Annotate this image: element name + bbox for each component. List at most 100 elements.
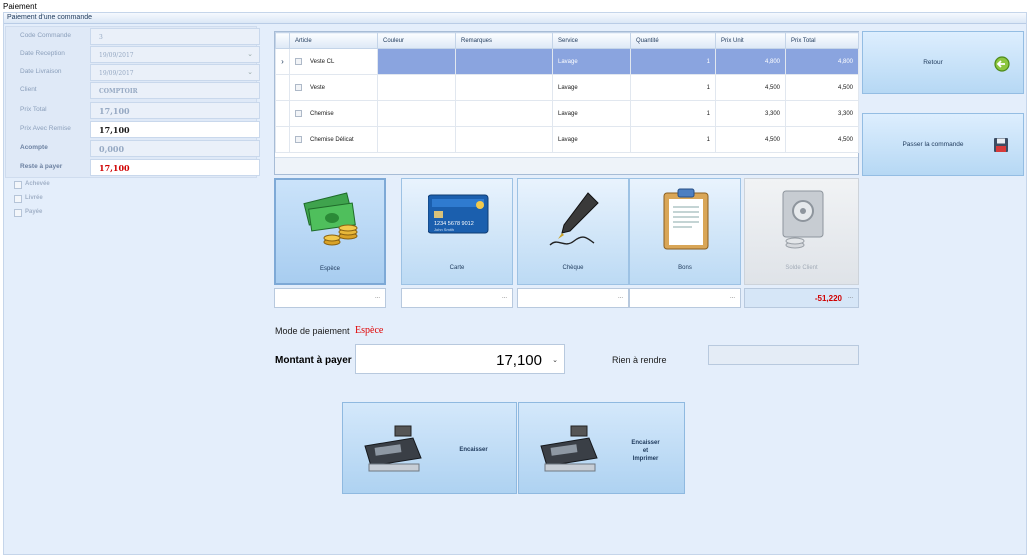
cell-remarques[interactable] [455, 100, 553, 127]
save-disk-icon [994, 138, 1008, 152]
date-reception-field[interactable]: 19/09/2017 ⌄ [90, 46, 260, 63]
mode-paiement-label: Mode de paiement [275, 326, 350, 336]
table-row[interactable]: Veste Lavage 1 4,500 4,500 [275, 74, 859, 101]
retour-button[interactable]: Retour [862, 31, 1024, 94]
montant-input[interactable]: 17,100 ⌄ [355, 344, 565, 374]
client-field[interactable]: COMPTOIR [90, 82, 260, 99]
col-couleur[interactable]: Couleur [377, 32, 456, 49]
espece-amount-input[interactable]: ... [274, 288, 386, 308]
cell-remarques[interactable] [455, 48, 553, 75]
cell-quantite[interactable]: 1 [630, 74, 716, 101]
cell-article[interactable]: Chemise Délicat [289, 126, 378, 153]
article-text: Chemise [310, 111, 334, 118]
cell-article[interactable]: Veste [289, 74, 378, 101]
solde-client-button[interactable]: Solde Client [744, 178, 859, 285]
label-line-3: Imprimer [632, 456, 659, 462]
label-line-2: et [642, 448, 649, 454]
cell-quantite[interactable]: 1 [630, 100, 716, 127]
livree-checkbox[interactable] [14, 195, 22, 203]
chevron-down-icon[interactable]: ⌄ [552, 356, 558, 364]
cell-prix-total[interactable]: 3,300 [785, 100, 859, 127]
reste-field[interactable]: 17,100 [90, 159, 260, 176]
cell-service[interactable]: Lavage [552, 100, 631, 127]
encaisser-button[interactable]: Encaisser [342, 402, 517, 494]
prix-remise-field[interactable]: 17,100 [90, 121, 260, 138]
solde-client-value: -51,220 [814, 294, 842, 303]
cell-prix-unit[interactable]: 4,500 [715, 74, 786, 101]
prix-total-field[interactable]: 17,100 [90, 102, 260, 119]
row-checkbox[interactable] [295, 57, 302, 65]
payee-checkbox[interactable] [14, 209, 22, 217]
col-prix-unit[interactable]: Prix Unit [715, 32, 786, 49]
encaisser-imprimer-button[interactable]: Encaisser et Imprimer [518, 402, 685, 494]
ellipsis-icon[interactable]: ... [730, 294, 735, 300]
cell-article[interactable]: Chemise [289, 100, 378, 127]
ellipsis-icon[interactable]: ... [618, 294, 623, 300]
cell-couleur[interactable] [377, 74, 456, 101]
ellipsis-icon[interactable]: ... [375, 294, 380, 300]
cheque-label: Chèque [562, 265, 584, 271]
col-service[interactable]: Service [552, 32, 631, 49]
row-checkbox[interactable] [295, 83, 302, 91]
acompte-field[interactable]: 0,000 [90, 140, 260, 157]
cell-prix-total[interactable]: 4,500 [785, 74, 859, 101]
cell-service[interactable]: Lavage [552, 48, 631, 75]
cell-service[interactable]: Lavage [552, 126, 631, 153]
cash-register-icon [364, 425, 422, 472]
prix-remise-label: Prix Avec Remise [20, 125, 71, 132]
code-commande-field[interactable]: 3 [90, 28, 260, 45]
cell-quantite[interactable]: 1 [630, 48, 716, 75]
cell-quantite[interactable]: 1 [630, 126, 716, 153]
col-article[interactable]: Article [289, 32, 378, 49]
row-checkbox[interactable] [295, 135, 302, 143]
grid-footer [275, 157, 858, 174]
carte-button[interactable]: 1234 5678 9012 John Smith Carte [401, 178, 513, 285]
achevee-checkbox[interactable] [14, 181, 22, 189]
row-indicator: › [275, 48, 290, 75]
card-name-text: John Smith [434, 227, 454, 232]
cell-prix-unit[interactable]: 4,500 [715, 126, 786, 153]
ellipsis-icon[interactable]: ... [502, 294, 507, 300]
cell-prix-total[interactable]: 4,500 [785, 126, 859, 153]
espece-button[interactable]: Espèce [274, 178, 386, 285]
client-label: Client [20, 86, 37, 93]
bons-amount-input[interactable]: ... [629, 288, 741, 308]
cell-remarques[interactable] [455, 74, 553, 101]
encaisser-label: Encaisser [459, 447, 488, 453]
cell-article[interactable]: Veste CL [289, 48, 378, 75]
table-row[interactable]: › Veste CL Lavage 1 4,800 4,800 [275, 48, 859, 75]
client-row: Client COMPTOIR [6, 81, 260, 99]
chevron-down-icon[interactable]: ⌄ [247, 68, 253, 76]
prix-remise-row: Prix Avec Remise 17,100 [6, 120, 260, 138]
cell-couleur[interactable] [377, 100, 456, 127]
achevee-label: Achevée [25, 181, 50, 187]
table-row[interactable]: Chemise Lavage 1 3,300 3,300 [275, 100, 859, 127]
solde-client-amount[interactable]: -51,220... [744, 288, 859, 308]
cell-prix-total[interactable]: 4,800 [785, 48, 859, 75]
articles-grid: Article Couleur Remarques Service Quanti… [274, 31, 859, 175]
cheque-amount-input[interactable]: ... [517, 288, 629, 308]
cell-couleur[interactable] [377, 48, 456, 75]
reste-row: Reste à payer 17,100 [6, 158, 260, 176]
passer-commande-button[interactable]: Passer la commande [862, 113, 1024, 176]
row-checkbox[interactable] [295, 109, 302, 117]
ellipsis-icon[interactable]: ... [848, 294, 853, 300]
col-remarques[interactable]: Remarques [455, 32, 553, 49]
rendre-field[interactable] [708, 345, 859, 365]
retour-label: Retour [923, 59, 943, 66]
cell-prix-unit[interactable]: 4,800 [715, 48, 786, 75]
chevron-down-icon[interactable]: ⌄ [247, 50, 253, 58]
cell-service[interactable]: Lavage [552, 74, 631, 101]
carte-amount-input[interactable]: ... [401, 288, 513, 308]
bons-button[interactable]: Bons [629, 178, 741, 285]
table-row[interactable]: Chemise Délicat Lavage 1 4,500 4,500 [275, 126, 859, 153]
cell-couleur[interactable] [377, 126, 456, 153]
date-livraison-field[interactable]: 19/09/2017 ⌄ [90, 64, 260, 81]
espece-label: Espèce [319, 266, 340, 272]
cell-prix-unit[interactable]: 3,300 [715, 100, 786, 127]
col-prix-total[interactable]: Prix Total [785, 32, 859, 49]
order-info-panel: Code Commande 3 Date Reception 19/09/201… [5, 26, 260, 178]
col-quantite[interactable]: Quantité [630, 32, 716, 49]
cell-remarques[interactable] [455, 126, 553, 153]
cheque-button[interactable]: Chèque [517, 178, 629, 285]
